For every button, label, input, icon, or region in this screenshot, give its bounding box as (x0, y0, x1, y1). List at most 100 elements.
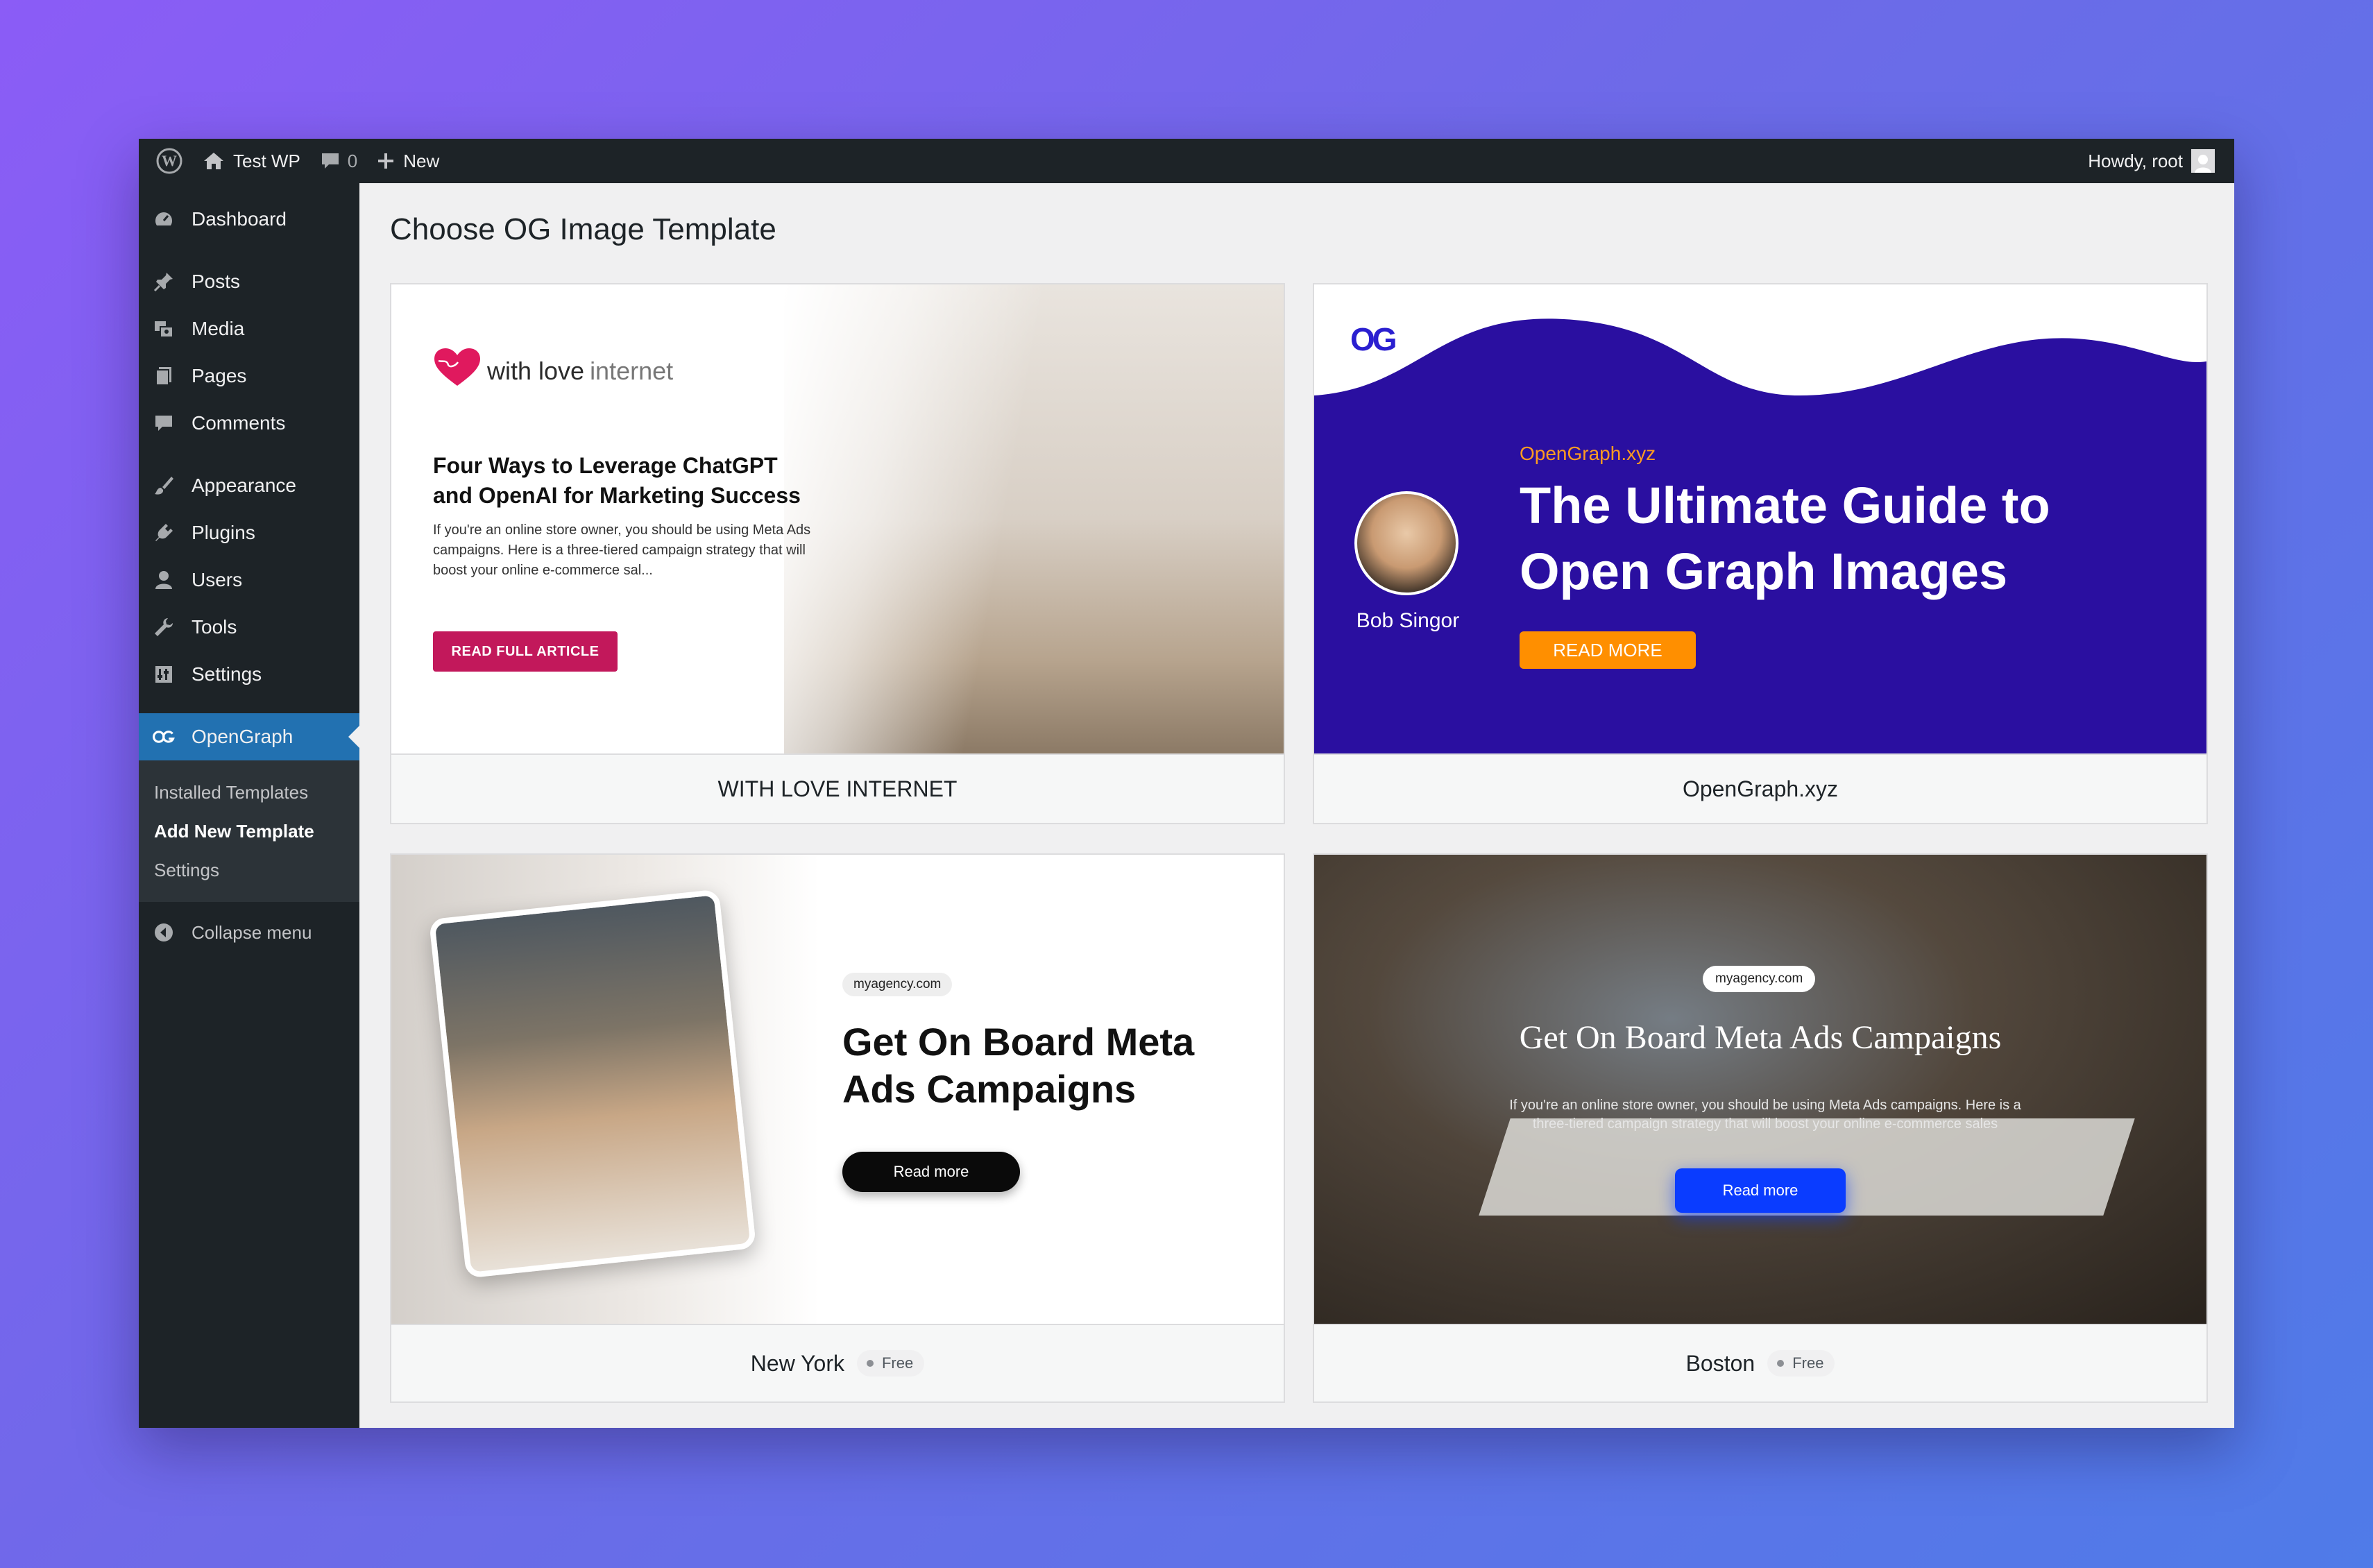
preview-title: Get On Board Meta Ads Campaigns (1519, 1019, 2002, 1056)
my-account-link[interactable]: Howdy, root (2078, 139, 2225, 183)
user-icon (151, 568, 176, 593)
template-preview: with love internet Four Ways to Leverage… (391, 284, 1284, 753)
free-badge: Free (856, 1350, 925, 1377)
template-preview: myagency.com Get On Board Meta Ads Campa… (391, 855, 1284, 1324)
template-name: New York (750, 1350, 844, 1376)
howdy-text: Howdy, root (2088, 150, 2183, 171)
main-content: Choose OG Image Template with love inter… (359, 183, 2234, 1428)
heart-icon (433, 347, 482, 395)
sidebar-item-users[interactable]: Users (139, 556, 359, 604)
avatar (2191, 149, 2215, 173)
wordpress-logo-icon[interactable]: W (146, 139, 193, 183)
comments-link[interactable]: 0 (310, 139, 367, 183)
template-preview: OG Bob Singor OpenGraph.xyz The Ultimate… (1314, 284, 2206, 753)
sidebar-item-tools[interactable]: Tools (139, 604, 359, 651)
badge-label: Free (1792, 1354, 1824, 1372)
collapse-arrow-icon (151, 920, 176, 945)
sidebar-item-label: Media (192, 318, 245, 339)
home-icon (203, 151, 225, 171)
preview-description: If you're an online store owner, you sho… (1509, 1098, 2021, 1132)
preview-title: The Ultimate Guide to Open Graph Images (1520, 477, 2050, 600)
sidebar-item-settings[interactable]: Settings (139, 651, 359, 698)
sidebar-item-label: Comments (192, 412, 286, 434)
submenu-add-new-template[interactable]: Add New Template (139, 812, 359, 851)
sidebar-item-opengraph[interactable]: OpenGraph (139, 713, 359, 760)
plus-icon (377, 152, 395, 170)
sidebar-item-media[interactable]: Media (139, 305, 359, 352)
badge-dot (866, 1360, 874, 1367)
sidebar-item-label: Settings (192, 663, 262, 685)
template-card-with-love-internet[interactable]: with love internet Four Ways to Leverage… (390, 283, 1285, 824)
sidebar-item-label: Appearance (192, 475, 297, 496)
office-photo (784, 284, 1284, 753)
preview-description: If you're an online store owner, you sho… (433, 522, 811, 578)
sidebar-item-dashboard[interactable]: Dashboard (139, 196, 359, 243)
collapse-menu-button[interactable]: Collapse menu (139, 907, 359, 957)
preview-site: OpenGraph.xyz (1520, 443, 1656, 464)
og-logo: OG (1350, 321, 1397, 357)
template-name: WITH LOVE INTERNET (717, 776, 958, 801)
template-card-footer: New York Free (391, 1324, 1284, 1401)
preview-domain-pill: myagency.com (1703, 966, 1816, 992)
og-icon (151, 724, 176, 749)
sidebar-item-label: Users (192, 569, 243, 590)
sidebar-item-pages[interactable]: Pages (139, 352, 359, 400)
preview-read-full-article-button: READ FULL ARTICLE (433, 631, 618, 672)
media-icon (151, 316, 176, 341)
preview-read-more-button: READ MORE (1520, 631, 1696, 669)
sidebar-item-plugins[interactable]: Plugins (139, 509, 359, 556)
sidebar-item-posts[interactable]: Posts (139, 258, 359, 305)
sidebar-item-appearance[interactable]: Appearance (139, 462, 359, 509)
site-name-link[interactable]: Test WP (193, 139, 310, 183)
new-label: New (403, 150, 440, 171)
template-card-new-york[interactable]: myagency.com Get On Board Meta Ads Campa… (390, 853, 1285, 1403)
pages-icon (151, 364, 176, 389)
page-title: Choose OG Image Template (390, 212, 776, 246)
author-avatar (1354, 491, 1458, 595)
sidebar-item-label: OpenGraph (192, 726, 294, 747)
collapse-label: Collapse menu (192, 921, 312, 943)
brush-icon (151, 473, 176, 498)
comment-icon (151, 411, 176, 436)
template-card-footer: Boston Free (1314, 1324, 2206, 1401)
template-card-footer: WITH LOVE INTERNET (391, 753, 1284, 823)
preview-domain-pill: myagency.com (842, 973, 953, 996)
comments-count: 0 (347, 150, 358, 171)
plugin-icon (151, 520, 176, 545)
sidebar-item-comments[interactable]: Comments (139, 400, 359, 447)
template-preview: myagency.com Get On Board Meta Ads Campa… (1314, 855, 2206, 1324)
with-love-logo: with love internet (433, 347, 673, 395)
pin-icon (151, 269, 176, 294)
new-content-link[interactable]: New (367, 139, 449, 183)
browser-window: W Test WP 0 New Howdy, root Dashboard Po… (139, 139, 2234, 1428)
settings-icon (151, 662, 176, 687)
preview-read-more-button: Read more (842, 1152, 1020, 1192)
opengraph-submenu: Installed Templates Add New Template Set… (139, 760, 359, 902)
sidebar-item-label: Pages (192, 365, 247, 386)
dashboard-icon (151, 207, 176, 232)
template-card-footer: OpenGraph.xyz (1314, 753, 2206, 823)
svg-text:W: W (162, 152, 177, 169)
admin-sidebar: Dashboard Posts Media Pages Comments App… (139, 183, 359, 1428)
badge-dot (1777, 1360, 1785, 1367)
author-name: Bob Singor (1356, 609, 1460, 632)
preview-read-more-button: Read more (1675, 1168, 1846, 1213)
sidebar-item-label: Tools (192, 616, 237, 638)
sidebar-item-label: Plugins (192, 522, 255, 543)
submenu-settings[interactable]: Settings (139, 851, 359, 889)
logo-text-light: internet (590, 356, 674, 385)
man-on-phone-photo (428, 889, 757, 1279)
logo-text-bold: with love (487, 356, 585, 385)
sidebar-item-label: Dashboard (192, 208, 287, 230)
badge-label: Free (881, 1354, 914, 1372)
sidebar-item-label: Posts (192, 271, 241, 292)
template-card-opengraph-xyz[interactable]: OG Bob Singor OpenGraph.xyz The Ultimate… (1313, 283, 2208, 824)
preview-title: Get On Board Meta Ads Campaigns (842, 1020, 1195, 1111)
submenu-installed-templates[interactable]: Installed Templates (139, 773, 359, 812)
meeting-photo (1314, 855, 2206, 1324)
free-badge: Free (1767, 1350, 1835, 1377)
template-name: OpenGraph.xyz (1682, 776, 1839, 801)
admin-bar: W Test WP 0 New Howdy, root (139, 139, 2234, 183)
preview-title: Four Ways to Leverage ChatGPT and OpenAI… (433, 453, 801, 509)
template-card-boston[interactable]: myagency.com Get On Board Meta Ads Campa… (1313, 853, 2208, 1403)
